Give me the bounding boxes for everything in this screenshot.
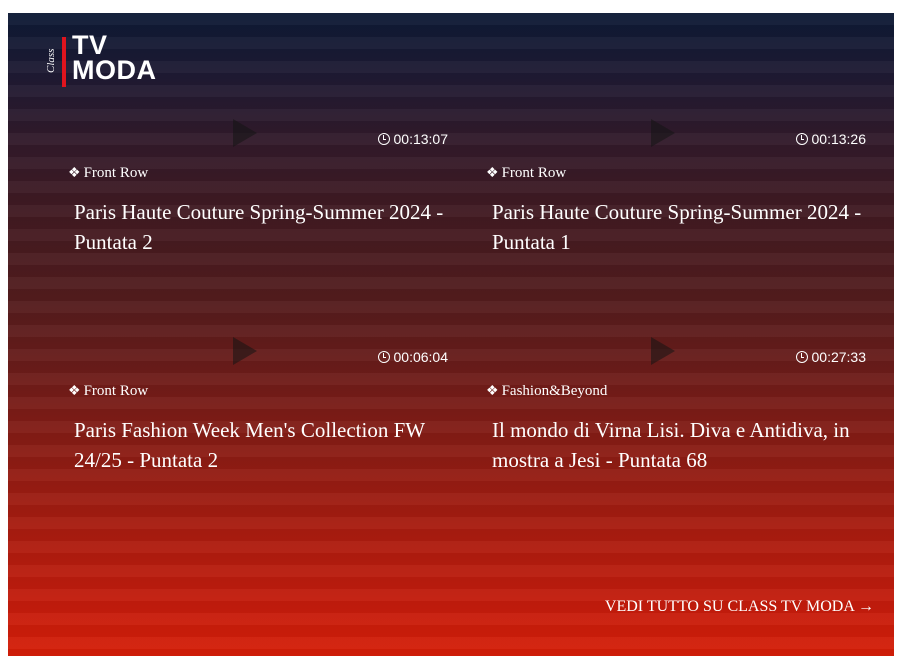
video-thumbnail[interactable]: 00:13:07	[68, 113, 448, 163]
play-icon[interactable]	[233, 337, 257, 365]
duration-text: 00:06:04	[393, 349, 449, 365]
play-icon[interactable]	[651, 337, 675, 365]
video-duration: 00:27:33	[795, 349, 867, 365]
diamond-icon: ❖	[486, 165, 499, 181]
duration-text: 00:13:07	[393, 131, 449, 147]
category-label: Front Row	[501, 165, 567, 181]
diamond-icon: ❖	[68, 383, 81, 399]
see-all-link[interactable]: VEDI TUTTO SU CLASS TV MODA →	[605, 598, 874, 616]
logo-line-moda: MODA	[72, 55, 157, 85]
duration-text: 00:27:33	[811, 349, 867, 365]
play-icon[interactable]	[651, 119, 675, 147]
category-link[interactable]: ❖ Front Row	[68, 165, 148, 182]
video-title[interactable]: Paris Haute Couture Spring-Summer 2024 -…	[492, 197, 862, 257]
diamond-icon: ❖	[68, 165, 81, 181]
video-duration: 00:13:07	[377, 131, 449, 147]
video-duration: 00:06:04	[377, 349, 449, 365]
clock-icon	[795, 133, 808, 145]
category-label: Front Row	[83, 383, 149, 399]
video-title[interactable]: Paris Haute Couture Spring-Summer 2024 -…	[74, 197, 444, 257]
clock-icon	[377, 351, 390, 363]
class-tv-moda-logo[interactable]: Class TV MODA	[44, 32, 184, 89]
logo-red-bar	[62, 37, 66, 87]
video-title[interactable]: Il mondo di Virna Lisi. Diva e Antidiva,…	[492, 415, 862, 475]
category-label: Fashion&Beyond	[501, 383, 608, 399]
video-title[interactable]: Paris Fashion Week Men's Collection FW 2…	[74, 415, 444, 475]
category-link[interactable]: ❖ Front Row	[68, 383, 148, 400]
video-panel: Class TV MODA 00:13:07 ❖ Front Row Paris…	[8, 13, 894, 656]
video-duration: 00:13:26	[795, 131, 867, 147]
video-thumbnail[interactable]: 00:27:33	[486, 331, 866, 381]
category-label: Front Row	[83, 165, 149, 181]
video-thumbnail[interactable]: 00:13:26	[486, 113, 866, 163]
diamond-icon: ❖	[486, 383, 499, 399]
category-link[interactable]: ❖ Fashion&Beyond	[486, 383, 607, 400]
play-icon[interactable]	[233, 119, 257, 147]
logo-wordmark: TV MODA	[72, 32, 157, 85]
clock-icon	[795, 351, 808, 363]
video-thumbnail[interactable]: 00:06:04	[68, 331, 448, 381]
logo-class-text: Class	[45, 48, 57, 74]
duration-text: 00:13:26	[811, 131, 867, 147]
category-link[interactable]: ❖ Front Row	[486, 165, 566, 182]
clock-icon	[377, 133, 390, 145]
